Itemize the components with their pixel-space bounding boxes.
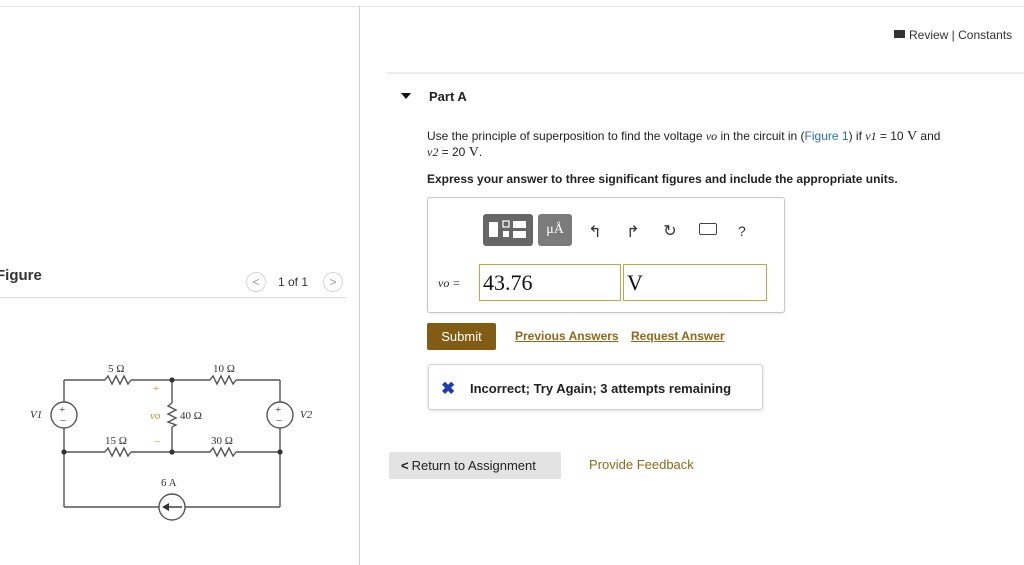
resistor-5-label: 5 Ω (108, 363, 124, 375)
answer-value-input[interactable]: 43.76 (479, 264, 621, 301)
submit-button[interactable]: Submit (427, 323, 496, 350)
templates-icon (489, 220, 526, 238)
reset-icon[interactable]: ↻ (660, 221, 680, 241)
review-constants-label: Review | Constants (909, 28, 1013, 42)
collapse-caret-icon[interactable] (401, 93, 411, 99)
keyboard-icon[interactable] (699, 223, 717, 235)
redo-icon[interactable]: ↱ (623, 222, 643, 242)
chevron-left-icon: < (252, 275, 260, 289)
chevron-right-icon: > (329, 275, 337, 289)
v2-minus: − (276, 415, 282, 427)
resistor-10-label: 10 Ω (213, 363, 235, 375)
top-divider (0, 6, 1024, 7)
resistor-15-label: 15 Ω (105, 435, 127, 447)
v1-value: = 10 (876, 129, 907, 143)
v1-symbol: v1 (865, 129, 877, 143)
vo-label: vo (150, 410, 161, 422)
figure-link[interactable]: Figure 1 (805, 129, 849, 143)
pane-divider[interactable] (359, 6, 360, 565)
previous-answers-link[interactable]: Previous Answers (515, 329, 619, 343)
feedback-message: Incorrect; Try Again; 3 attempts remaini… (470, 381, 732, 396)
previous-figure-button[interactable]: < (246, 272, 266, 292)
help-button[interactable]: ? (738, 223, 746, 239)
figure-rule (0, 297, 346, 298)
book-icon (893, 30, 905, 38)
chevron-left-icon: < (401, 458, 409, 473)
next-figure-button[interactable]: > (323, 272, 343, 292)
v1-unit: V (906, 129, 918, 144)
figure-heading: Figure (0, 267, 42, 284)
current-source-label: 6 A (161, 477, 177, 489)
part-header[interactable] (387, 72, 1024, 120)
question-text: Use the principle of superposition to fi… (427, 129, 706, 143)
question-text-mid: in the circuit in ( (717, 129, 805, 143)
x-icon: ✖ (441, 379, 456, 398)
v2-unit: V (468, 145, 479, 160)
vo-plus: + (153, 383, 159, 395)
and-text: and (917, 129, 941, 143)
return-label: Return to Assignment (411, 458, 536, 473)
question-line-2: v2 = 20 V. (427, 145, 482, 161)
units-button[interactable]: μÅ (538, 214, 572, 246)
undo-icon[interactable]: ↰ (585, 222, 605, 242)
v1-minus: − (60, 415, 66, 427)
answer-unit-input[interactable]: V (623, 264, 767, 301)
instruction-text: Express your answer to three significant… (427, 172, 898, 186)
request-answer-link[interactable]: Request Answer (631, 329, 725, 343)
provide-feedback-link[interactable]: Provide Feedback (589, 457, 694, 472)
question-text-tail: ) if (848, 129, 866, 143)
figure-pagination: 1 of 1 (278, 275, 309, 289)
review-constants-link[interactable]: Review | Constants (893, 28, 1012, 42)
source-v1-label: V1 (30, 409, 42, 421)
circuit-diagram: + − + − 5 Ω 10 Ω 40 Ω 15 Ω 30 Ω V1 V2 6 … (30, 363, 313, 521)
vo-input-label: vo = (438, 276, 461, 290)
resistor-30-label: 30 Ω (211, 435, 233, 447)
resistor-40-label: 40 Ω (180, 410, 202, 422)
part-title: Part A (429, 89, 467, 104)
question-line-1: Use the principle of superposition to fi… (427, 129, 940, 145)
return-to-assignment-button[interactable]: < Return to Assignment (389, 452, 561, 479)
vo-symbol: vo (705, 129, 718, 143)
v2-value: = 20 (438, 145, 469, 159)
vo-minus: − (154, 436, 160, 448)
period: . (478, 145, 483, 159)
templates-button[interactable] (483, 214, 533, 246)
v2-symbol: v2 (427, 145, 439, 159)
source-v2-label: V2 (300, 409, 313, 421)
